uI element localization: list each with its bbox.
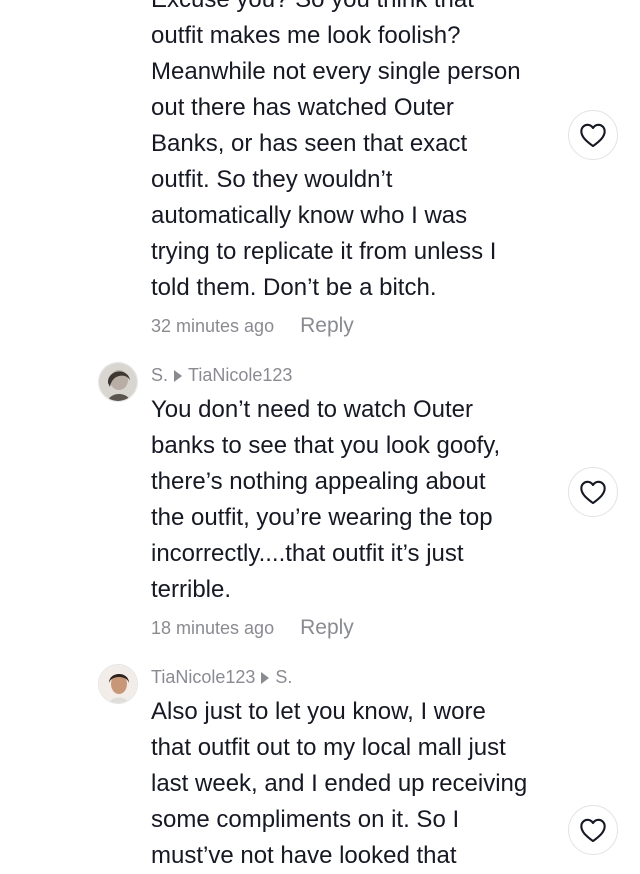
comment-author[interactable]: S. <box>151 365 168 386</box>
comment-text: Excuse you? So you think that outfit mak… <box>151 0 521 301</box>
comment-timestamp: 32 minutes ago <box>151 316 275 336</box>
like-button[interactable] <box>568 805 618 855</box>
comment-footer: 32 minutes ago Reply <box>151 314 354 338</box>
reply-button[interactable]: Reply <box>300 616 354 640</box>
comment-meta: S. TiaNicole123 <box>151 365 292 386</box>
comment-timestamp: 18 minutes ago <box>151 618 275 638</box>
avatar[interactable] <box>98 362 138 402</box>
like-button[interactable] <box>568 110 618 160</box>
heart-outline-icon <box>580 818 606 843</box>
comment-text: You don’t need to watch Outer banks to s… <box>151 396 501 603</box>
comment-author[interactable]: TiaNicole123 <box>151 667 255 688</box>
comment-footer: 18 minutes ago Reply <box>151 616 354 640</box>
heart-outline-icon <box>580 480 606 505</box>
comment-text: Also just to let you know, I wore that o… <box>151 698 528 869</box>
reply-button[interactable]: Reply <box>300 314 354 338</box>
triangle-right-icon <box>174 369 183 382</box>
triangle-right-icon <box>261 671 270 684</box>
reply-to-user[interactable]: S. <box>275 667 292 688</box>
reply-to-user[interactable]: TiaNicole123 <box>188 365 292 386</box>
heart-outline-icon <box>580 123 606 148</box>
avatar[interactable] <box>98 664 138 704</box>
comment-meta: TiaNicole123 S. <box>151 667 292 688</box>
like-button[interactable] <box>568 467 618 517</box>
